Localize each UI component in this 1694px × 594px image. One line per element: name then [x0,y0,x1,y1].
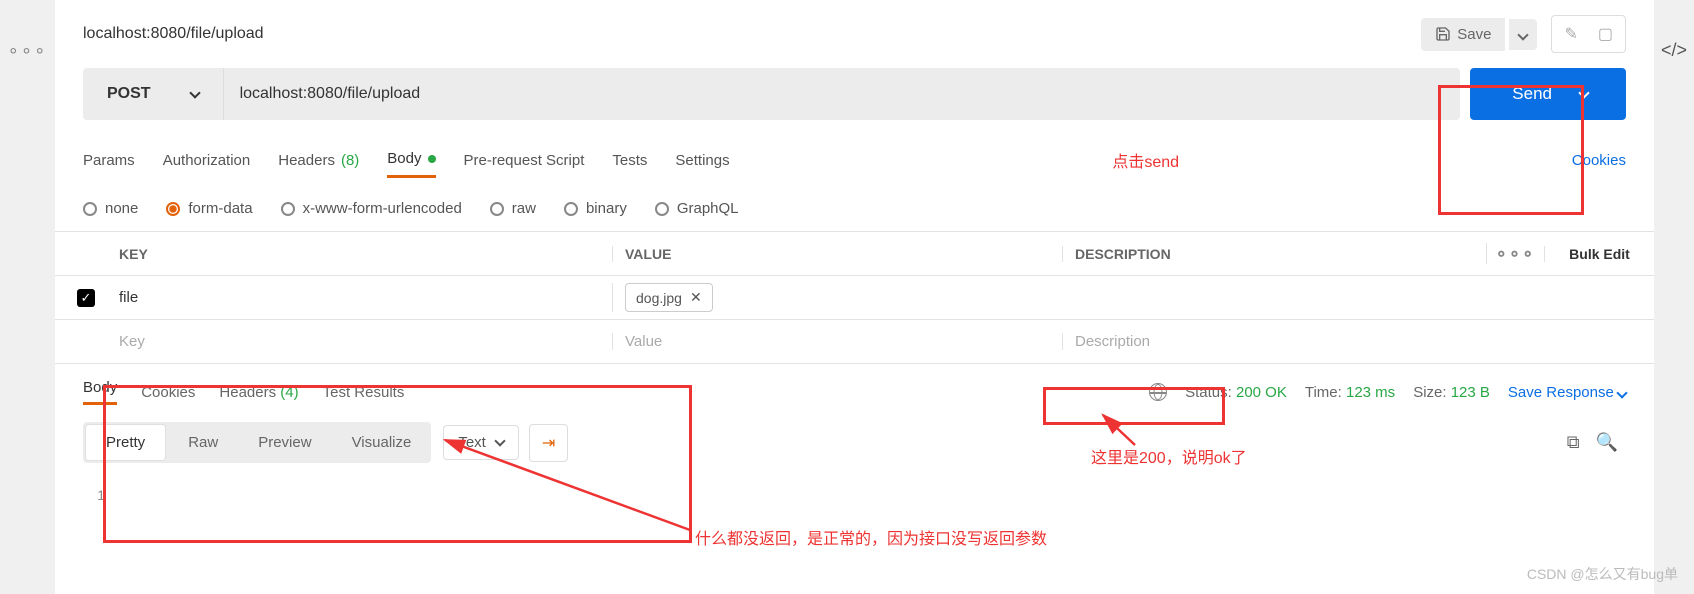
radio-icon [490,202,504,216]
tab-params[interactable]: Params [83,152,135,169]
status-label: Status: 200 OK [1185,384,1287,401]
radio-form-data[interactable]: form-data [166,200,252,217]
copy-icon[interactable]: ⧉ [1559,432,1588,453]
chevron-down-icon [1578,87,1589,98]
active-dot-icon [428,155,436,163]
radio-icon [83,202,97,216]
value-cell[interactable]: dog.jpg ✕ [612,283,1062,312]
response-body: 1 [55,475,1654,523]
resp-tab-headers[interactable]: Headers (4) [219,384,298,401]
key-placeholder[interactable]: Key [107,333,612,350]
chevron-down-icon [1616,387,1627,398]
left-rail: ∘∘∘ [0,0,55,594]
tab-body[interactable]: Body [387,150,435,178]
view-mode-group: Pretty Raw Preview Visualize [83,422,431,463]
view-visualize[interactable]: Visualize [332,422,432,463]
remove-file-icon[interactable]: ✕ [690,289,702,306]
http-method-select[interactable]: POST [83,68,224,120]
table-row: ✓ file dog.jpg ✕ [55,276,1654,320]
view-raw[interactable]: Raw [168,422,238,463]
tab-tests[interactable]: Tests [612,152,647,169]
view-pretty[interactable]: Pretty [86,425,165,460]
table-row-empty: Key Value Description [55,320,1654,364]
annotation-empty: 什么都没返回，是正常的，因为接口没写返回参数 [695,525,1047,549]
tab-headers[interactable]: Headers (8) [278,152,359,169]
chevron-down-icon [1518,29,1529,40]
annotation-status: 这里是200，说明ok了 [1091,444,1247,468]
radio-icon [564,202,578,216]
desc-placeholder[interactable]: Description [1062,333,1486,350]
annotation-send: 点击send [1112,148,1179,172]
col-more-icon[interactable]: ∘∘∘ [1486,243,1544,264]
search-icon[interactable]: 🔍 [1588,432,1626,453]
save-dropdown[interactable] [1509,19,1537,50]
key-cell[interactable]: file [107,289,612,306]
send-button[interactable]: Send [1470,68,1626,120]
chevron-down-icon [189,87,200,98]
request-tab-title: localhost:8080/file/upload [83,25,1421,43]
radio-binary[interactable]: binary [564,200,627,217]
comment-icon[interactable]: ▢ [1590,20,1621,48]
tab-authorization[interactable]: Authorization [163,152,251,169]
value-placeholder[interactable]: Value [612,333,1062,350]
radio-graphql[interactable]: GraphQL [655,200,739,217]
radio-icon [166,202,180,216]
radio-raw[interactable]: raw [490,200,536,217]
radio-icon [281,202,295,216]
save-icon [1435,26,1451,42]
wrap-lines-button[interactable]: ⇥ [529,424,568,462]
right-rail: </> [1654,0,1694,594]
col-desc: DESCRIPTION [1062,246,1486,262]
radio-none[interactable]: none [83,200,138,217]
cookies-link[interactable]: Cookies [1572,152,1626,169]
resp-tab-cookies[interactable]: Cookies [141,384,195,401]
col-key: KEY [107,246,612,262]
col-value: VALUE [612,246,1062,262]
checkbox[interactable]: ✓ [77,289,95,307]
main-panel: localhost:8080/file/upload Save ✎ ▢ POST [55,0,1654,594]
save-button[interactable]: Save [1421,18,1505,51]
tab-settings[interactable]: Settings [675,152,729,169]
file-chip[interactable]: dog.jpg ✕ [625,283,713,312]
resp-tab-testresults[interactable]: Test Results [323,384,405,401]
watermark: CSDN @怎么又有bug单 [1527,564,1678,584]
code-line: 1 [85,487,1624,503]
format-select[interactable]: Text [443,425,519,460]
formdata-table: KEY VALUE DESCRIPTION ∘∘∘ Bulk Edit ✓ fi… [55,231,1654,364]
view-preview[interactable]: Preview [238,422,331,463]
bulk-edit-button[interactable]: Bulk Edit [1544,246,1654,262]
toolbar-icons: ✎ ▢ [1551,15,1626,53]
resp-tab-body[interactable]: Body [83,379,117,405]
radio-icon [655,202,669,216]
tab-prerequest[interactable]: Pre-request Script [464,152,585,169]
radio-urlencoded[interactable]: x-www-form-urlencoded [281,200,462,217]
save-response-button[interactable]: Save Response [1508,384,1626,401]
edit-icon[interactable]: ✎ [1556,20,1585,48]
time-label: Time: 123 ms [1305,384,1395,401]
globe-icon [1149,383,1167,401]
chevron-down-icon [494,435,505,446]
size-label: Size: 123 B [1413,384,1490,401]
url-input[interactable] [224,85,1461,103]
